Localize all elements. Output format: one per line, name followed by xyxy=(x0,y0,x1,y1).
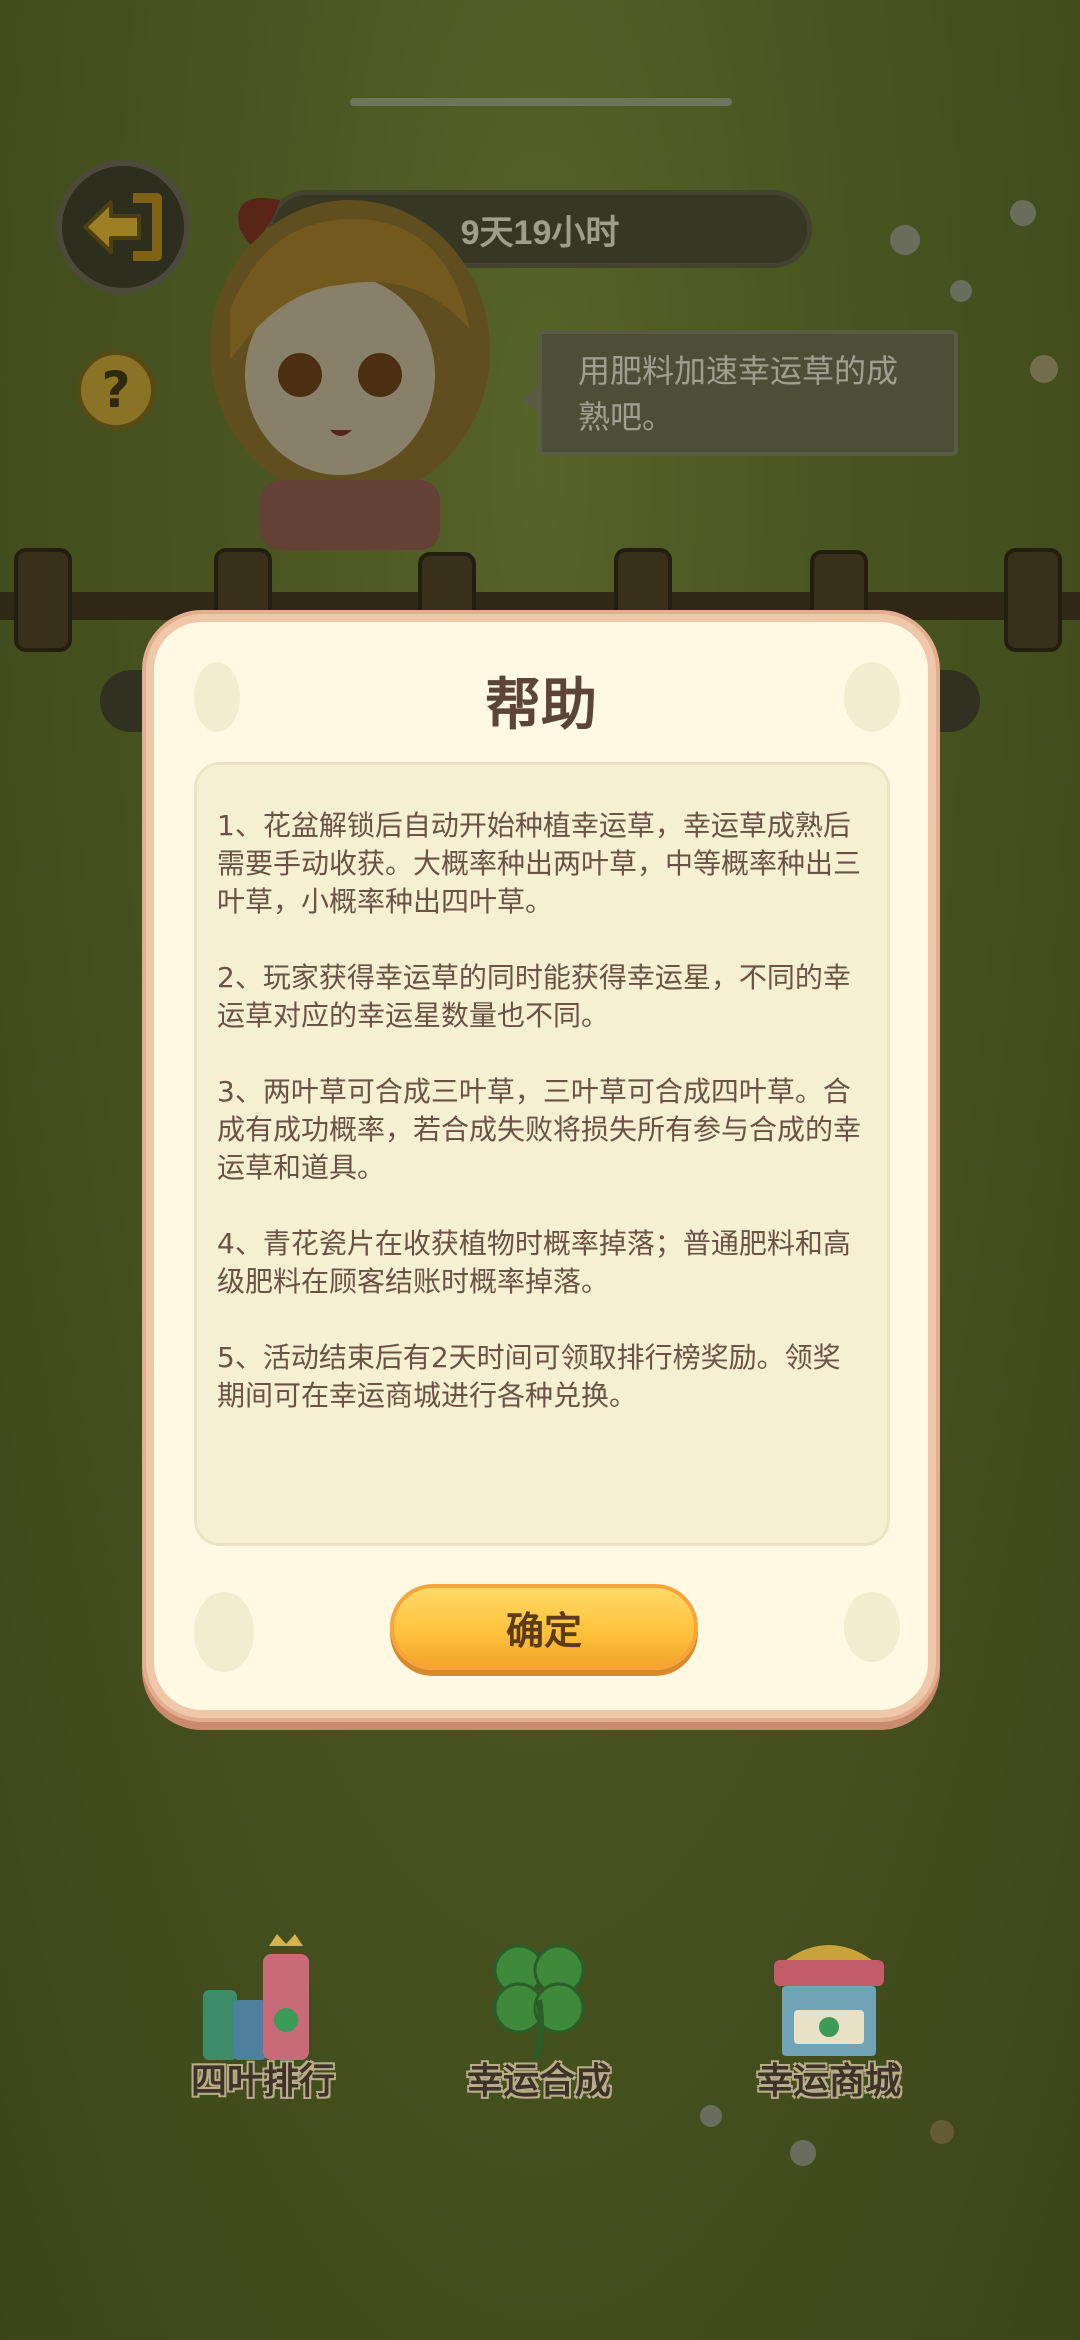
nav-synthesis[interactable]: 幸运合成 xyxy=(434,1930,644,2104)
help-text-panel: 1、花盆解锁后自动开始种植幸运草，幸运草成熟后需要手动收获。大概率种出两叶草，中… xyxy=(194,762,890,1546)
decor-spot xyxy=(844,1592,900,1662)
help-dialog: 帮助 1、花盆解锁后自动开始种植幸运草，幸运草成熟后需要手动收获。大概率种出两叶… xyxy=(146,614,936,1718)
leaderboard-icon xyxy=(203,1934,309,2060)
dialog-title: 帮助 xyxy=(485,673,597,738)
shop-stall-icon xyxy=(774,1945,884,2056)
help-paragraph: 4、青花瓷片在收获植物时概率掉落；普通肥料和高级肥料在顾客结账时概率掉落。 xyxy=(217,1227,851,1298)
help-paragraph: 5、活动结束后有2天时间可领取排行榜奖励。领奖期间可在幸运商城进行各种兑换。 xyxy=(217,1341,841,1412)
help-paragraph: 2、玩家获得幸运草的同时能获得幸运星，不同的幸运草对应的幸运星数量也不同。 xyxy=(217,961,851,1032)
nav-label: 幸运商城 xyxy=(756,2061,901,2102)
confirm-label: 确定 xyxy=(505,1608,582,1653)
help-paragraph: 1、花盆解锁后自动开始种植幸运草，幸运草成熟后需要手动收获。大概率种出两叶草，中… xyxy=(217,809,862,918)
nav-leaderboard[interactable]: 四叶排行 xyxy=(158,1930,368,2104)
nav-shop[interactable]: 幸运商城 xyxy=(724,1930,934,2104)
nav-label: 幸运合成 xyxy=(466,2061,611,2102)
clover-icon xyxy=(493,1944,585,2059)
nav-label: 四叶排行 xyxy=(190,2061,335,2102)
decor-spot xyxy=(194,1592,254,1672)
confirm-button[interactable]: 确定 xyxy=(390,1584,698,1670)
help-paragraph: 3、两叶草可合成三叶草，三叶草可合成四叶草。合成有成功概率，若合成失败将损失所有… xyxy=(217,1075,862,1184)
